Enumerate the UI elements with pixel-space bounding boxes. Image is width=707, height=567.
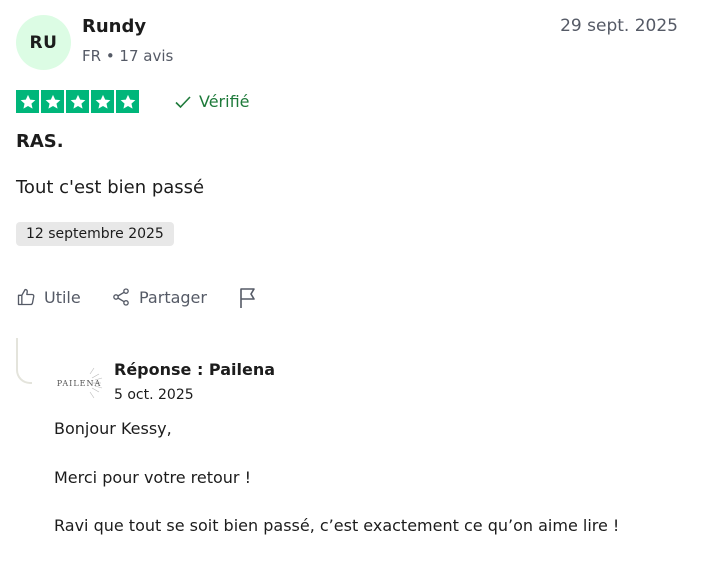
review-title: RAS. [16,131,64,152]
star-rating [16,90,139,113]
star-icon [116,90,139,113]
avatar[interactable]: RU [16,15,71,70]
star-icon [16,90,39,113]
star-icon [91,90,114,113]
reviewer-name[interactable]: Rundy [82,16,146,37]
company-logo: PAILENA [55,366,103,400]
report-button[interactable] [238,287,258,309]
useful-label: Utile [44,287,81,307]
reply-connector [16,338,32,384]
star-icon [41,90,64,113]
reviewer-meta: FR • 17 avis [82,47,174,65]
review-date: 29 sept. 2025 [560,16,678,36]
thumbs-up-icon [17,288,35,306]
useful-button[interactable]: Utile [16,287,81,307]
star-icon [66,90,89,113]
reply-text-line: Ravi que tout se soit bien passé, c’est … [54,516,620,535]
logo-text: PAILENA [56,378,102,388]
reply-text-line: Bonjour Kessy, [54,419,172,438]
checkmark-icon [175,95,191,108]
share-button[interactable]: Partager [111,287,207,307]
verified-label: Vérifié [199,92,250,111]
share-icon [113,288,129,306]
review-body: Tout c'est bien passé [16,177,205,198]
verified-badge[interactable]: Vérifié [174,92,250,111]
flag-icon [240,288,255,308]
reply-title: Réponse : Pailena [114,360,276,379]
experience-date-badge: 12 septembre 2025 [16,222,174,246]
reply-date: 5 oct. 2025 [114,387,194,403]
reply-text-line: Merci pour votre retour ! [54,468,251,487]
share-label: Partager [139,287,207,307]
